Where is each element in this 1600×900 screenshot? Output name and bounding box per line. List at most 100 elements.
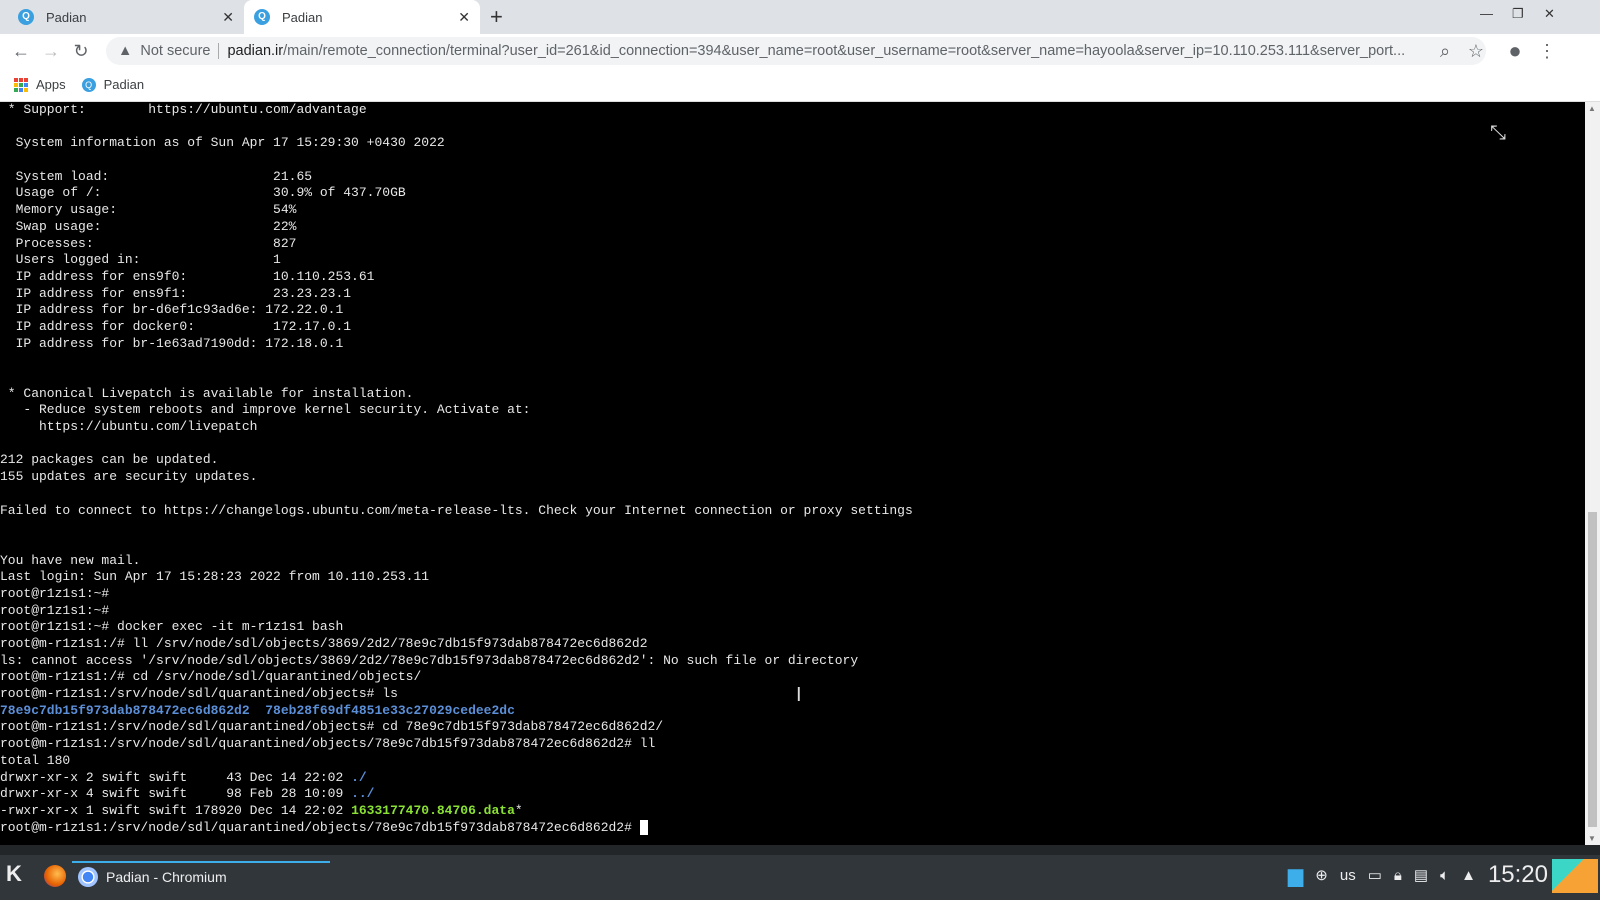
- terminal-line: Memory usage: 54%: [0, 202, 913, 219]
- terminal-text: System load: 21.65: [0, 168, 313, 184]
- security-label: Not secure: [140, 43, 220, 59]
- warning-icon: ▲: [118, 43, 133, 59]
- terminal-text: Failed to connect to https://changelogs.…: [0, 502, 913, 518]
- tab-label: Padian: [282, 9, 323, 25]
- terminal-line: root@m-r1z1s1:/srv/node/sdl/quarantined/…: [0, 736, 913, 753]
- terminal-line: Failed to connect to https://changelogs.…: [0, 503, 913, 520]
- text-cursor-icon: I: [796, 684, 802, 706]
- terminal-text: * Support: https://ubuntu.com/advantage: [0, 102, 367, 117]
- tab-padian-1[interactable]: Q Padian ✕: [8, 0, 244, 34]
- kde-launcher-icon[interactable]: K: [6, 861, 22, 887]
- padian-favicon-icon: Q: [18, 9, 34, 25]
- terminal-line: Last login: Sun Apr 17 15:28:23 2022 fro…: [0, 569, 913, 586]
- notifications-icon[interactable]: ▆: [1288, 863, 1303, 888]
- terminal-text: 1633177470.84706.data: [351, 802, 515, 818]
- terminal[interactable]: * Support: https://ubuntu.com/advantage …: [0, 102, 1585, 845]
- terminal-text: drwxr-xr-x 4 swift swift 98 Feb 28 10:09: [0, 786, 352, 802]
- terminal-line: 78e9c7db15f973dab878472ec6d862d2 78eb28f…: [0, 703, 913, 720]
- reload-button[interactable]: ↻: [66, 41, 96, 62]
- new-tab-button[interactable]: +: [490, 4, 503, 30]
- minimize-button[interactable]: —: [1480, 6, 1493, 21]
- tab-padian-2[interactable]: Q Padian ✕: [244, 0, 480, 34]
- terminal-text: ./: [351, 769, 367, 785]
- url-path: /main/remote_connection/terminal?user_id…: [283, 43, 1406, 59]
- scrollbar-thumb[interactable]: [1588, 512, 1597, 827]
- terminal-text: root@r1z1s1:~#: [0, 602, 110, 618]
- terminal-line: 212 packages can be updated.: [0, 452, 913, 469]
- forward-button[interactable]: →: [36, 41, 66, 62]
- terminal-line: https://ubuntu.com/livepatch: [0, 419, 913, 436]
- taskbar: K Padian - Chromium ▆ ⊕ us ▭ 🔒︎ ▤ 🔈︎ ▲ 1…: [0, 845, 1600, 900]
- terminal-text: - Reduce system reboots and improve kern…: [0, 402, 531, 418]
- close-tab-icon[interactable]: ✕: [222, 9, 234, 26]
- terminal-text: root@m-r1z1s1:/srv/node/sdl/quarantined/…: [0, 819, 640, 835]
- profile-avatar-icon[interactable]: ●: [1500, 38, 1530, 64]
- terminal-line: You have new mail.: [0, 553, 913, 570]
- terminal-text: 78eb28f69df4851e33c27029cedee2dc: [265, 702, 515, 718]
- bookmark-star-icon[interactable]: ☆: [1461, 41, 1491, 62]
- terminal-line: - Reduce system reboots and improve kern…: [0, 402, 913, 419]
- scroll-down-icon[interactable]: ▼: [1588, 834, 1596, 843]
- terminal-line: root@m-r1z1s1:/# cd /srv/node/sdl/quaran…: [0, 669, 913, 686]
- taskbar-task-chromium[interactable]: Padian - Chromium: [72, 861, 330, 891]
- terminal-text: Last login: Sun Apr 17 15:28:23 2022 fro…: [0, 569, 430, 585]
- chromium-icon: [78, 867, 98, 887]
- bookmark-padian[interactable]: Q Padian: [81, 77, 145, 92]
- clipboard-icon[interactable]: ▤: [1414, 866, 1428, 884]
- terminal-line: Usage of /: 30.9% of 437.70GB: [0, 185, 913, 202]
- network-icon[interactable]: ▭: [1368, 866, 1382, 884]
- terminal-scrollbar[interactable]: ▲ ▼: [1585, 102, 1600, 845]
- terminal-line: total 180: [0, 753, 913, 770]
- terminal-text: Users logged in: 1: [0, 252, 281, 268]
- bookmark-apps[interactable]: Apps: [14, 77, 66, 92]
- terminal-text: IP address for br-d6ef1c93ad6e: 172.22.0…: [0, 302, 344, 318]
- firefox-icon[interactable]: [44, 865, 66, 887]
- terminal-text: IP address for br-1e63ad7190dd: 172.18.0…: [0, 335, 344, 351]
- lock-icon[interactable]: 🔒︎: [1394, 867, 1402, 884]
- keyboard-layout[interactable]: us: [1340, 867, 1356, 884]
- terminal-text: IP address for ens9f1: 23.23.23.1: [0, 285, 352, 301]
- close-window-button[interactable]: ✕: [1544, 6, 1555, 22]
- terminal-line: root@m-r1z1s1:/srv/node/sdl/quarantined/…: [0, 820, 913, 837]
- terminal-text: ls: cannot access '/srv/node/sdl/objects…: [0, 652, 859, 668]
- address-bar[interactable]: ▲ Not secure padian.ir/main/remote_conne…: [106, 37, 1486, 65]
- zoom-icon[interactable]: ⌕: [1430, 41, 1460, 62]
- exit-fullscreen-icon[interactable]: ⤡: [1490, 122, 1506, 145]
- terminal-line: * Canonical Livepatch is available for i…: [0, 386, 913, 403]
- close-tab-icon[interactable]: ✕: [458, 9, 470, 26]
- bookmark-label: Padian: [103, 77, 145, 92]
- terminal-text: root@r1z1s1:~# docker exec -it m-r1z1s1 …: [0, 619, 344, 635]
- terminal-line: IP address for ens9f1: 23.23.23.1: [0, 286, 913, 303]
- terminal-text: *: [514, 802, 523, 818]
- clock[interactable]: 15:20: [1488, 861, 1548, 889]
- terminal-text: You have new mail.: [0, 552, 141, 568]
- terminal-line: * Support: https://ubuntu.com/advantage: [0, 102, 913, 119]
- terminal-line: IP address for br-d6ef1c93ad6e: 172.22.0…: [0, 302, 913, 319]
- expand-tray-icon[interactable]: ▲: [1461, 867, 1476, 884]
- terminal-line: root@m-r1z1s1:/# ll /srv/node/sdl/object…: [0, 636, 913, 653]
- terminal-line: Swap usage: 22%: [0, 219, 913, 236]
- back-button[interactable]: ←: [6, 41, 36, 62]
- updates-icon[interactable]: ⊕: [1315, 866, 1328, 884]
- scroll-up-icon[interactable]: ▲: [1588, 104, 1596, 113]
- show-desktop-button[interactable]: [1552, 859, 1598, 893]
- terminal-line: IP address for docker0: 172.17.0.1: [0, 319, 913, 336]
- terminal-text: Swap usage: 22%: [0, 218, 297, 234]
- terminal-line: -rwxr-xr-x 1 swift swift 178920 Dec 14 2…: [0, 803, 913, 820]
- volume-icon[interactable]: 🔈︎: [1440, 867, 1449, 884]
- terminal-text: root@m-r1z1s1:/srv/node/sdl/quarantined/…: [0, 719, 664, 735]
- system-tray: ▆ ⊕ us ▭ 🔒︎ ▤ 🔈︎ ▲ 15:20: [1288, 861, 1548, 889]
- restore-button[interactable]: ❐: [1512, 6, 1524, 22]
- terminal-text: IP address for ens9f0: 10.110.253.61: [0, 268, 375, 284]
- tab-strip: Q Padian ✕ Q Padian ✕ + — ❐ ✕: [0, 0, 1600, 34]
- terminal-text: 155 updates are security updates.: [0, 469, 258, 485]
- terminal-text: IP address for docker0: 172.17.0.1: [0, 318, 352, 334]
- menu-icon[interactable]: ⋮: [1532, 41, 1562, 62]
